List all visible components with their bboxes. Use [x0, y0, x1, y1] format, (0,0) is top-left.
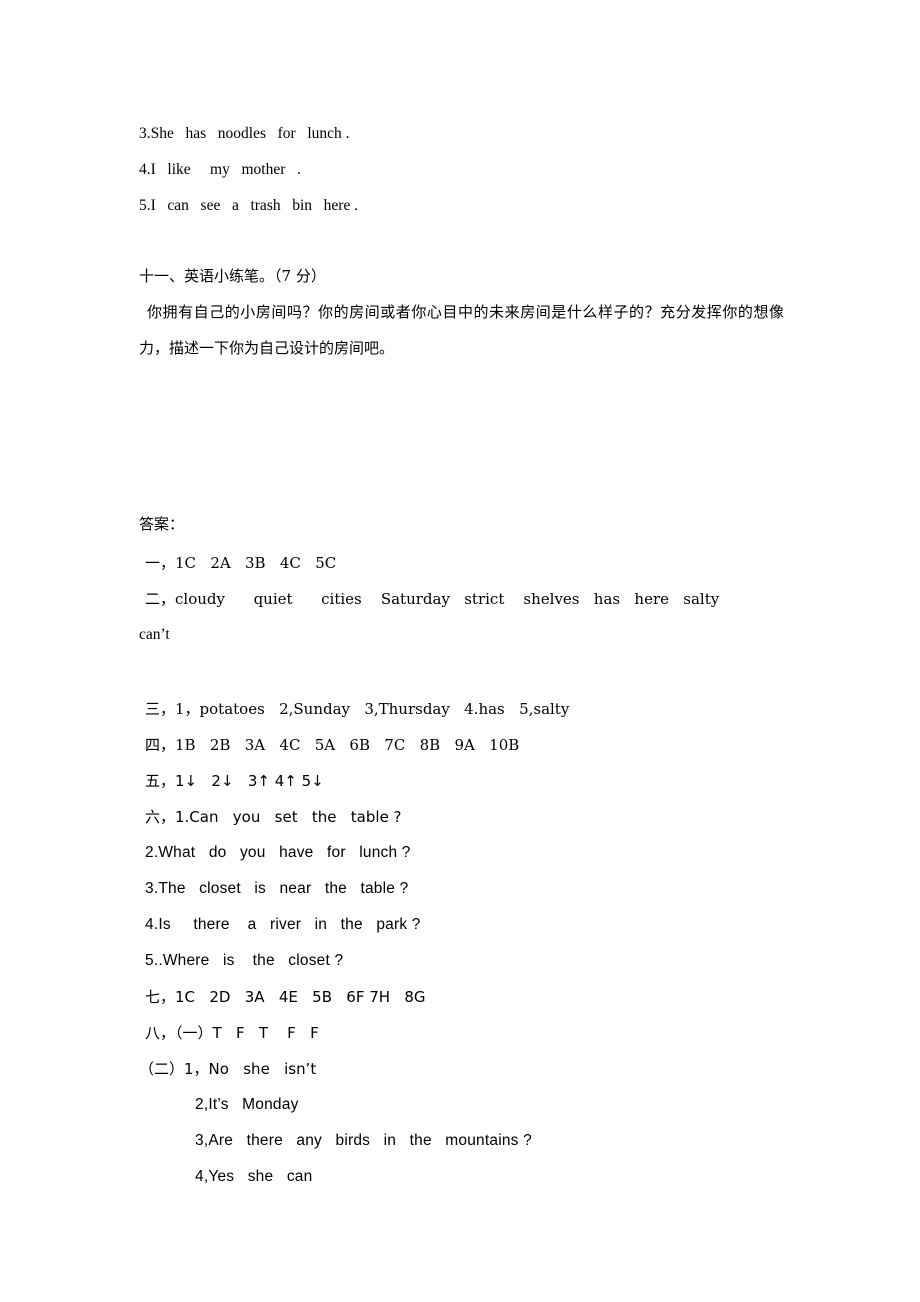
answers-body-block: 一，1C 2A 3B 4C 5C 二，cloudy quiet cities S…: [139, 545, 799, 653]
exercise-line-5: 5.I can see a trash bin here .: [139, 197, 359, 214]
answer-line-8-3: 2,It’s Monday: [195, 1096, 299, 1113]
answer-line-2-wrap: can’t: [139, 626, 170, 643]
answer-line-6-5: 5..Where is the closet ?: [145, 952, 344, 969]
top-exercise-block: 3.She has noodles for lunch . 4.I like m…: [139, 116, 799, 224]
answer-line-2: 二，cloudy quiet cities Saturday strict sh…: [145, 590, 720, 608]
answer-line-1: 一，1C 2A 3B 4C 5C: [145, 554, 337, 572]
exercise-line-3: 3.She has noodles for lunch .: [139, 125, 350, 142]
answer-line-8-1: 八，（一）T F T F F: [145, 1024, 319, 1042]
answer-line-7: 七，1C 2D 3A 4E 5B 6F 7H 8G: [145, 988, 426, 1006]
answers-body-block-2: 三，1，potatoes 2,Sunday 3,Thursday 4.has 5…: [139, 691, 799, 1195]
answer-line-6-2: 2.What do you have for lunch ?: [145, 844, 411, 861]
answer-line-6-4: 4.Is there a river in the park ?: [145, 916, 421, 933]
answer-line-8-2: （二）1，No she isn’t: [139, 1060, 317, 1078]
answer-line-5: 五，1↓ 2↓ 3↑ 4↑ 5↓: [145, 772, 324, 790]
answers-heading-block: 答案：: [139, 506, 799, 542]
answer-line-6-3: 3.The closet is near the table ?: [145, 880, 409, 897]
answer-line-6-1: 六，1.Can you set the table ?: [145, 808, 402, 826]
writing-answer-space[interactable]: [139, 366, 799, 510]
exercise-line-4: 4.I like my mother .: [139, 161, 301, 178]
section-eleven-block: 十一、英语小练笔。（7 分） 你拥有自己的小房间吗？你的房间或者你心目中的未来房…: [139, 258, 799, 510]
section-eleven-prompt: 你拥有自己的小房间吗？你的房间或者你心目中的未来房间是什么样子的？充分发挥你的想…: [139, 303, 784, 357]
section-eleven-heading: 十一、英语小练笔。（7 分）: [139, 267, 326, 285]
answers-heading: 答案：: [139, 515, 185, 533]
answer-line-3: 三，1，potatoes 2,Sunday 3,Thursday 4.has 5…: [145, 700, 570, 718]
answer-line-8-5: 4,Yes she can: [195, 1168, 313, 1185]
document-page: 3.She has noodles for lunch . 4.I like m…: [0, 0, 920, 1302]
answer-line-8-4: 3,Are there any birds in the mountains ?: [195, 1132, 532, 1149]
answer-line-4: 四，1B 2B 3A 4C 5A 6B 7C 8B 9A 10B: [145, 736, 520, 754]
